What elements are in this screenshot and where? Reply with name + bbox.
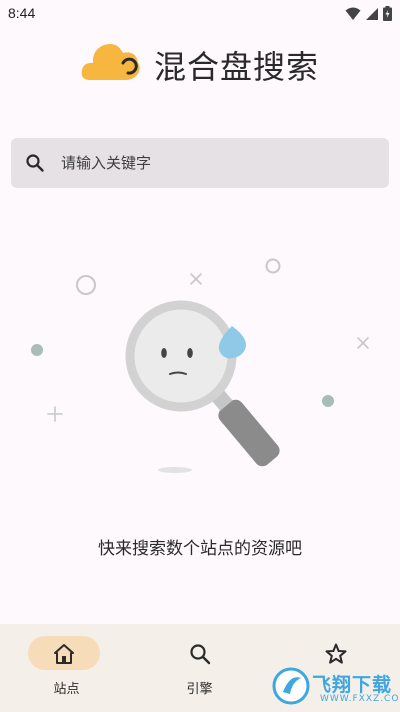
search-input[interactable]: 请输入关键字 — [11, 138, 389, 188]
nav-item-engines[interactable]: 引擎 — [133, 624, 266, 712]
magnifier-sad-face-illustration — [31, 258, 369, 473]
watermark-text: 飞翔下载 — [312, 674, 393, 696]
status-bar: 8:44 — [0, 0, 400, 28]
search-placeholder: 请输入关键字 — [61, 154, 152, 172]
search-icon — [26, 154, 44, 172]
app-title: 混合盘搜索 — [154, 48, 320, 86]
search-icon — [190, 644, 211, 665]
home-icon — [54, 644, 74, 664]
magnifier-handle — [218, 399, 280, 467]
decor-circle — [265, 258, 281, 274]
status-icons — [345, 6, 392, 21]
star-icon — [325, 643, 347, 664]
nav-label-engines: 引擎 — [186, 682, 213, 697]
app-header: 混合盘搜索 — [0, 36, 400, 92]
watermark-url: WWW.FXXZ.COM — [320, 694, 400, 704]
signal-icon — [366, 7, 378, 20]
decor-dot — [322, 395, 334, 407]
watermark-logo: 飞翔下载 WWW.FXXZ.COM — [270, 664, 400, 710]
battery-charging-icon — [383, 6, 392, 21]
wifi-icon — [345, 7, 361, 20]
decor-circle — [76, 275, 96, 295]
empty-state-message: 快来搜索数个站点的资源吧 — [98, 539, 302, 559]
cloud-logo-icon — [81, 44, 140, 80]
app-screen: 8:44 混合盘搜索 请输入关键字 快来搜索数个站点的资源吧 站点 引擎 飞翔下… — [0, 0, 400, 712]
nav-item-sites[interactable]: 站点 — [0, 624, 133, 712]
nav-label-sites: 站点 — [53, 682, 80, 697]
magnifier-lens — [125, 300, 237, 412]
status-time: 8:44 — [8, 5, 36, 21]
decor-dot — [31, 344, 43, 356]
watermark-badge-icon — [272, 667, 310, 705]
